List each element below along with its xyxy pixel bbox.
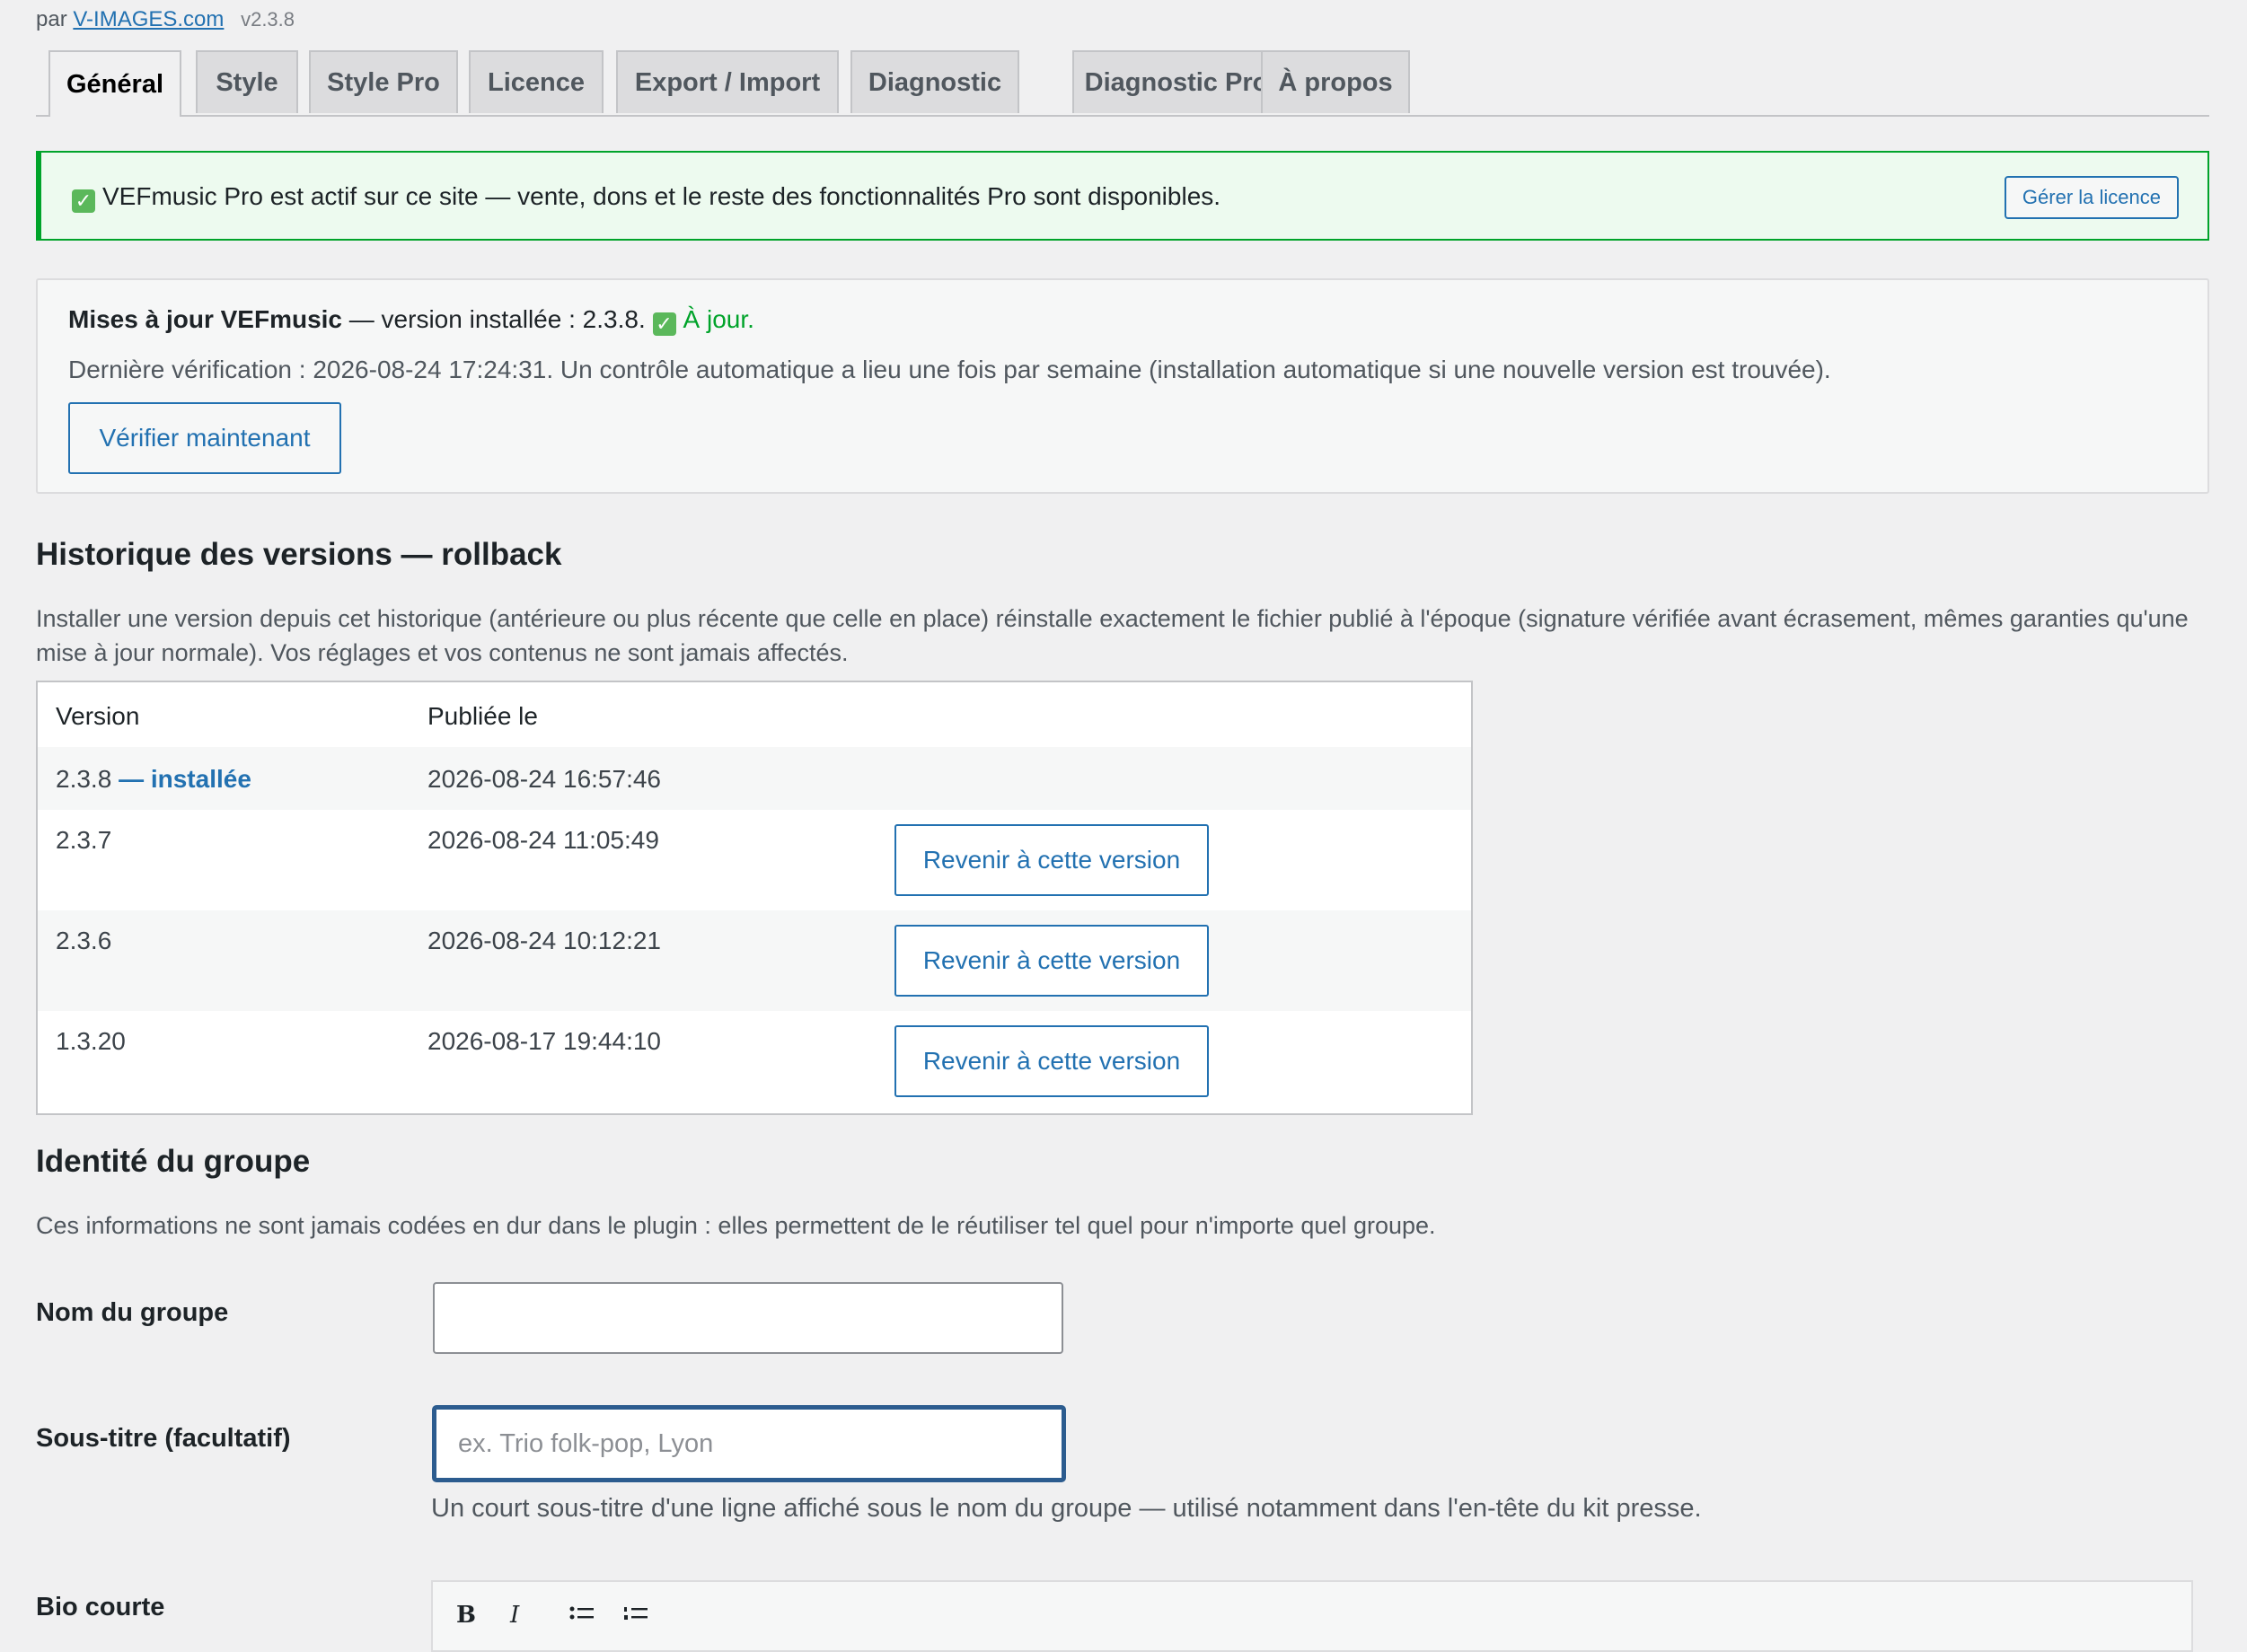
- published-date: 2026-08-24 11:05:49: [427, 826, 659, 854]
- update-status: À jour.: [683, 305, 754, 333]
- tab-general[interactable]: Général: [48, 50, 181, 117]
- group-name-label: Nom du groupe: [36, 1298, 229, 1327]
- rollback-button[interactable]: Revenir à cette version: [894, 1025, 1209, 1097]
- updates-title: Mises à jour VEFmusic: [68, 305, 342, 333]
- subtitle-help-text: Un court sous-titre d'une ligne affiché …: [431, 1494, 1702, 1523]
- license-active-notice: ✓ VEFmusic Pro est actif sur ce site — ve…: [36, 151, 2209, 241]
- last-check-text: Dernière vérification : 2026-08-24 17:24…: [68, 356, 1831, 383]
- check-mark-icon: ✓: [72, 189, 95, 213]
- numbered-list-icon[interactable]: [623, 1604, 648, 1630]
- settings-tabs: Général Style Style Pro Licence Export /…: [36, 50, 2209, 117]
- bio-editor-toolbar: B I: [431, 1580, 2193, 1652]
- version-number: 1.3.20: [56, 1027, 126, 1055]
- table-header: Version Publiée le: [38, 682, 1471, 749]
- license-notice-text: VEFmusic Pro est actif sur ce site — ven…: [102, 182, 1221, 210]
- version-history-description: Installer une version depuis cet histori…: [36, 605, 2189, 666]
- version-number: 2.3.6: [56, 927, 112, 954]
- rollback-button[interactable]: Revenir à cette version: [894, 824, 1209, 896]
- tab-style-pro[interactable]: Style Pro: [309, 50, 458, 113]
- column-version: Version: [56, 702, 140, 730]
- subtitle-input[interactable]: [433, 1406, 1065, 1481]
- plugin-version: v2.3.8: [241, 8, 295, 31]
- installed-version-text: — version installée : 2.3.8.: [342, 305, 646, 333]
- check-mark-icon: ✓: [652, 312, 676, 336]
- table-row: 1.3.20 2026-08-17 19:44:10 Revenir à cet…: [38, 1011, 1471, 1113]
- installed-badge: — installée: [119, 765, 251, 793]
- updates-panel: Mises à jour VEFmusic — version installé…: [36, 278, 2209, 494]
- check-now-button[interactable]: Vérifier maintenant: [68, 402, 341, 474]
- manage-license-button[interactable]: Gérer la licence: [2004, 176, 2179, 219]
- tab-licence[interactable]: Licence: [469, 50, 604, 113]
- group-name-input[interactable]: [433, 1282, 1063, 1354]
- column-published: Publiée le: [427, 702, 538, 730]
- table-row: 2.3.7 2026-08-24 11:05:49 Revenir à cett…: [38, 810, 1471, 910]
- subtitle-label: Sous-titre (facultatif): [36, 1424, 291, 1453]
- version-number: 2.3.8: [56, 765, 112, 793]
- table-row: 2.3.6 2026-08-24 10:12:21 Revenir à cett…: [38, 910, 1471, 1011]
- bio-label: Bio courte: [36, 1593, 165, 1621]
- published-date: 2026-08-24 10:12:21: [427, 927, 661, 954]
- version-number: 2.3.7: [56, 826, 112, 854]
- vendor-link[interactable]: V-IMAGES.com: [73, 7, 224, 31]
- tab-a-propos[interactable]: À propos: [1261, 50, 1410, 113]
- version-history-table: Version Publiée le 2.3.8 — installée 202…: [36, 681, 1473, 1115]
- published-date: 2026-08-24 16:57:46: [427, 765, 661, 793]
- italic-button[interactable]: I: [510, 1602, 519, 1629]
- tab-diagnostic-pro[interactable]: Diagnostic Pro: [1072, 50, 1281, 113]
- version-history-heading: Historique des versions — rollback: [36, 537, 562, 572]
- tab-diagnostic[interactable]: Diagnostic: [850, 50, 1019, 113]
- table-row: 2.3.8 — installée 2026-08-24 16:57:46: [38, 747, 1471, 810]
- bold-button[interactable]: B: [456, 1602, 476, 1629]
- tab-export-import[interactable]: Export / Import: [616, 50, 839, 113]
- byline-prefix: par: [36, 7, 67, 31]
- published-date: 2026-08-17 19:44:10: [427, 1027, 661, 1055]
- plugin-byline: par V-IMAGES.com v2.3.8: [36, 7, 295, 32]
- rollback-button[interactable]: Revenir à cette version: [894, 925, 1209, 997]
- group-identity-heading: Identité du groupe: [36, 1144, 311, 1179]
- tab-style[interactable]: Style: [196, 50, 298, 113]
- bulleted-list-icon[interactable]: [569, 1604, 595, 1630]
- group-identity-description: Ces informations ne sont jamais codées e…: [36, 1212, 1436, 1239]
